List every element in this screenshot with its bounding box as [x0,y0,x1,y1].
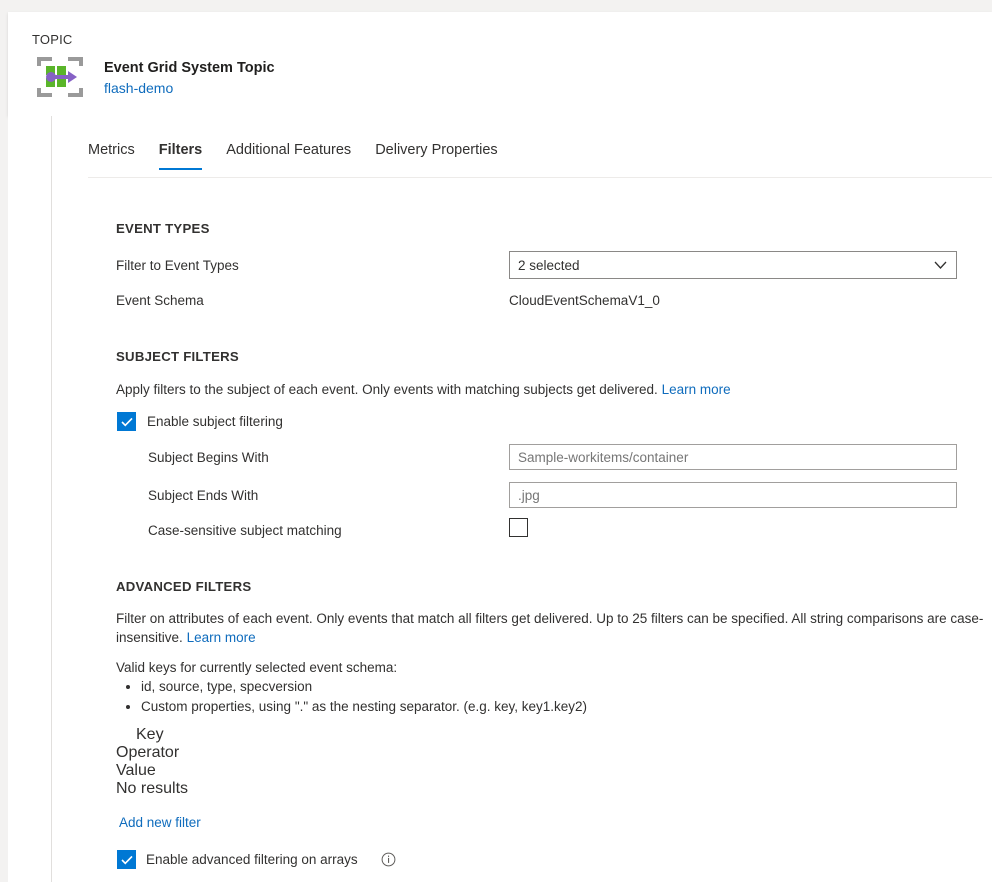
checkmark-icon [121,417,133,427]
enable-advanced-filtering-on-arrays-label: Enable advanced filtering on arrays [146,852,358,867]
subject-ends-with-label: Subject Ends With [148,488,258,503]
enable-subject-filtering-label: Enable subject filtering [147,414,283,429]
event-grid-system-topic-icon [34,53,86,101]
enable-subject-filtering-checkbox[interactable] [117,412,136,431]
event-schema-label: Event Schema [116,293,204,308]
table-row: No results [116,780,956,798]
chevron-down-icon [924,261,956,270]
enable-advanced-filtering-on-arrays-checkbox[interactable] [117,850,136,869]
filter-to-event-types-dropdown[interactable]: 2 selected [509,251,957,279]
subject-begins-with-label: Subject Begins With [148,450,269,465]
resource-identity: Event Grid System Topic flash-demo [104,58,275,98]
advanced-filters-table: Key Operator Value No results [116,726,956,798]
valid-keys-list: id, source, type, specversion Custom pro… [121,677,587,717]
resource-name-link[interactable]: flash-demo [104,78,173,98]
column-header-key: Key [116,726,309,744]
filter-to-event-types-value: 2 selected [510,258,924,273]
tab-bar: Metrics Filters Additional Features Deli… [88,140,992,178]
add-new-filter-link[interactable]: Add new filter [119,815,201,830]
checkmark-icon [121,855,133,865]
valid-keys-item: id, source, type, specversion [141,677,587,697]
subject-filters-section-title: SUBJECT FILTERS [116,349,239,364]
event-types-section-title: EVENT TYPES [116,221,210,236]
resource-type-eyebrow: TOPIC [32,32,73,47]
blade-body: Metrics Filters Additional Features Deli… [8,116,992,882]
resource-header-card: TOPIC [8,12,992,116]
tab-additional-features[interactable]: Additional Features [214,140,363,170]
subject-begins-with-input[interactable] [509,444,957,470]
advanced-filters-section-title: ADVANCED FILTERS [116,579,251,594]
table-empty-message: No results [116,780,956,798]
tab-filters[interactable]: Filters [147,140,215,170]
blade-content: Metrics Filters Additional Features Deli… [53,116,992,882]
tab-delivery-properties[interactable]: Delivery Properties [363,140,510,170]
column-header-value: Value [116,762,956,780]
column-header-operator: Operator [116,744,316,762]
subject-filters-learn-more-link[interactable]: Learn more [662,382,731,397]
azure-portal-page: TOPIC [0,0,992,882]
event-schema-value: CloudEventSchemaV1_0 [509,293,660,308]
table-header-row: Key Operator Value [116,726,956,780]
tab-metrics[interactable]: Metrics [88,140,147,170]
case-sensitive-subject-matching-label: Case-sensitive subject matching [148,523,342,538]
subject-filters-description: Apply filters to the subject of each eve… [116,380,816,399]
filter-to-event-types-label: Filter to Event Types [116,258,239,273]
info-icon[interactable] [381,852,396,872]
subject-ends-with-input[interactable] [509,482,957,508]
case-sensitive-subject-matching-checkbox[interactable] [509,518,528,537]
valid-keys-item: Custom properties, using "." as the nest… [141,697,587,717]
advanced-filters-learn-more-link[interactable]: Learn more [187,630,256,645]
resource-type-title: Event Grid System Topic [104,58,275,78]
blade-left-rail [8,116,52,882]
advanced-filters-description: Filter on attributes of each event. Only… [116,609,992,647]
subject-filters-description-text: Apply filters to the subject of each eve… [116,382,658,397]
valid-keys-intro: Valid keys for currently selected event … [116,658,397,677]
